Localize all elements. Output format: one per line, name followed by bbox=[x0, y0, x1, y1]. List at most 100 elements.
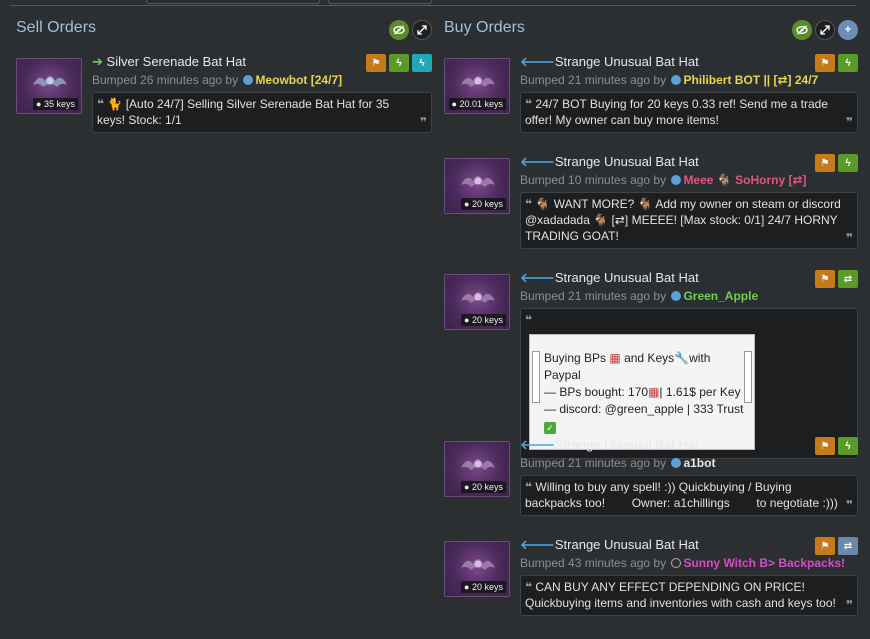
lightning-icon[interactable]: ϟ bbox=[838, 154, 858, 172]
arrow-right-icon: ➔ bbox=[92, 54, 103, 69]
user-link[interactable]: Sunny Witch B> Backpacks! bbox=[683, 556, 845, 570]
lightning-icon[interactable]: ϟ bbox=[389, 54, 409, 72]
price-badge: ● 20 keys bbox=[461, 314, 506, 326]
quote-icon: ❝ bbox=[525, 313, 533, 327]
user-link-suffix[interactable]: SoHorny [⇄] bbox=[735, 173, 806, 187]
buy-listing[interactable]: ● 20 keys 🡐Strange Unusual Bat Hat Bumpe… bbox=[438, 150, 858, 266]
quote-icon: ❞ bbox=[845, 498, 853, 512]
status-dot bbox=[671, 558, 682, 568]
quote-icon: ❞ bbox=[845, 115, 853, 129]
flag-icon[interactable]: ⚑ bbox=[815, 437, 835, 455]
arrow-left-icon: 🡐 bbox=[520, 537, 555, 552]
buy-listing[interactable]: ● 20 keys 🡐Strange Unusual Bat Hat Bumpe… bbox=[438, 266, 858, 459]
arrow-left-icon: 🡐 bbox=[520, 437, 555, 452]
listing-title[interactable]: 🡐Strange Unusual Bat Hat bbox=[520, 437, 858, 453]
listing-title[interactable]: 🡐Strange Unusual Bat Hat bbox=[520, 270, 858, 286]
quote-icon: ❝ bbox=[525, 580, 533, 594]
bat-hat-icon bbox=[461, 559, 495, 570]
price-badge: ● 20 keys bbox=[461, 481, 506, 493]
buy-orders-header: Buy Orders + bbox=[438, 6, 858, 50]
item-image[interactable]: ● 20 keys bbox=[444, 274, 510, 330]
bumped-line: Bumped 10 minutes ago by Meee 🐐 SoHorny … bbox=[520, 173, 807, 187]
lightning-icon[interactable]: ϟ bbox=[838, 54, 858, 72]
item-image[interactable]: ● 20 keys bbox=[444, 541, 510, 597]
item-image[interactable]: ● 35 keys bbox=[16, 58, 82, 114]
top-tab-right[interactable] bbox=[328, 0, 432, 4]
listing-content: 🡐Strange Unusual Bat Hat Bumped 21 minut… bbox=[520, 54, 858, 133]
listing-content: 🡐Strange Unusual Bat Hat Bumped 43 minut… bbox=[520, 537, 858, 616]
goat-icon: 🐐 bbox=[593, 213, 609, 227]
goat-icon: 🐐 bbox=[637, 197, 653, 211]
item-image[interactable]: ● 20 keys bbox=[444, 158, 510, 214]
status-dot bbox=[671, 175, 682, 185]
price-badge: ● 20.01 keys bbox=[448, 98, 506, 110]
user-link[interactable]: a1bot bbox=[683, 456, 715, 470]
flag-icon[interactable]: ⚑ bbox=[815, 270, 835, 288]
listing-actions: ⚑ ⇄ bbox=[815, 270, 858, 288]
buy-listing[interactable]: ● 20.01 keys 🡐Strange Unusual Bat Hat Bu… bbox=[438, 50, 858, 150]
expand-icon[interactable] bbox=[412, 20, 432, 40]
buy-orders-tools: + bbox=[792, 20, 858, 40]
expand-icon[interactable] bbox=[815, 20, 835, 40]
listing-message: ❝ 🐈 [Auto 24/7] Selling Silver Serenade … bbox=[92, 92, 432, 133]
status-dot bbox=[243, 75, 254, 85]
cat-icon: 🐈 bbox=[107, 97, 123, 111]
listing-title[interactable]: 🡐Strange Unusual Bat Hat bbox=[520, 54, 858, 70]
eye-slash-icon[interactable] bbox=[792, 20, 812, 40]
price-badge: ● 20 keys bbox=[461, 581, 506, 593]
sell-listing[interactable]: ● 35 keys ➔ Silver Serenade Bat Hat Bump… bbox=[10, 50, 432, 140]
goat-icon: 🐐 bbox=[535, 197, 551, 211]
flag-icon[interactable]: ⚑ bbox=[815, 54, 835, 72]
sell-orders-column: Sell Orders ● 35 keys ➔ Silver Serenade … bbox=[10, 6, 432, 140]
status-dot bbox=[671, 75, 682, 85]
listing-message: ❝ 🐐 WANT MORE? 🐐 Add my owner on steam o… bbox=[520, 192, 858, 249]
listing-content: 🡐Strange Unusual Bat Hat Bumped 10 minut… bbox=[520, 154, 858, 249]
quote-icon: ❞ bbox=[845, 598, 853, 612]
eye-slash-icon[interactable] bbox=[389, 20, 409, 40]
tag-icon: ● bbox=[464, 199, 470, 209]
bumped-line: Bumped 21 minutes ago by Green_Apple bbox=[520, 289, 759, 303]
flag-icon[interactable]: ⚑ bbox=[815, 154, 835, 172]
buy-listing[interactable]: ● 20 keys 🡐Strange Unusual Bat Hat Bumpe… bbox=[438, 533, 858, 633]
item-image[interactable]: ● 20 keys bbox=[444, 441, 510, 497]
bat-hat-icon bbox=[461, 292, 495, 303]
listing-content: 🡐Strange Unusual Bat Hat Bumped 21 minut… bbox=[520, 437, 858, 516]
bat-hat-icon bbox=[461, 176, 495, 187]
backpack-icon: ▦ bbox=[609, 351, 621, 365]
user-link[interactable]: Meowbot [24/7] bbox=[255, 73, 342, 87]
swap-icon[interactable]: ⇄ bbox=[838, 537, 858, 555]
tag-icon: ● bbox=[464, 315, 470, 325]
listing-title[interactable]: 🡐Strange Unusual Bat Hat bbox=[520, 154, 858, 170]
lightning-icon[interactable]: ϟ bbox=[838, 437, 858, 455]
flag-icon[interactable]: ⚑ bbox=[366, 54, 386, 72]
bat-hat-icon bbox=[461, 76, 495, 87]
user-link[interactable]: Philibert BOT || [⇄] 24/7 bbox=[683, 73, 818, 87]
bumped-line: Bumped 26 minutes ago by Meowbot [24/7] bbox=[92, 73, 343, 87]
quote-icon: ❝ bbox=[97, 97, 105, 111]
listing-title[interactable]: 🡐Strange Unusual Bat Hat bbox=[520, 537, 858, 553]
status-dot bbox=[671, 291, 682, 301]
user-link[interactable]: Meee bbox=[683, 173, 713, 187]
top-tab-left[interactable] bbox=[146, 0, 320, 4]
bat-hat-icon bbox=[461, 459, 495, 470]
listing-actions: ⚑ ϟ ϟ bbox=[366, 54, 432, 72]
swap-icon[interactable]: ⇄ bbox=[838, 270, 858, 288]
flag-icon[interactable]: ⚑ bbox=[815, 537, 835, 555]
tag-icon: ● bbox=[36, 99, 42, 109]
price-badge: ● 35 keys bbox=[33, 98, 78, 110]
arrow-left-icon: 🡐 bbox=[520, 270, 555, 285]
quote-icon: ❞ bbox=[419, 115, 427, 129]
user-link[interactable]: Green_Apple bbox=[683, 289, 758, 303]
sell-orders-tools bbox=[389, 20, 432, 40]
tag-icon: ● bbox=[464, 482, 470, 492]
buy-listing[interactable]: ● 20 keys 🡐Strange Unusual Bat Hat Bumpe… bbox=[438, 433, 858, 533]
bat-hat-icon bbox=[33, 76, 67, 87]
listing-content: ➔ Silver Serenade Bat Hat Bumped 26 minu… bbox=[92, 54, 432, 133]
listing-content: 🡐Strange Unusual Bat Hat Bumped 21 minut… bbox=[520, 270, 858, 459]
listing-message: ❝ 24/7 BOT Buying for 20 keys 0.33 ref! … bbox=[520, 92, 858, 133]
lightning-icon[interactable]: ϟ bbox=[412, 54, 432, 72]
item-image[interactable]: ● 20.01 keys bbox=[444, 58, 510, 114]
backpack-icon: ▦ bbox=[648, 385, 660, 399]
plus-icon[interactable]: + bbox=[838, 20, 858, 40]
wrench-icon: 🔧 bbox=[674, 351, 690, 365]
